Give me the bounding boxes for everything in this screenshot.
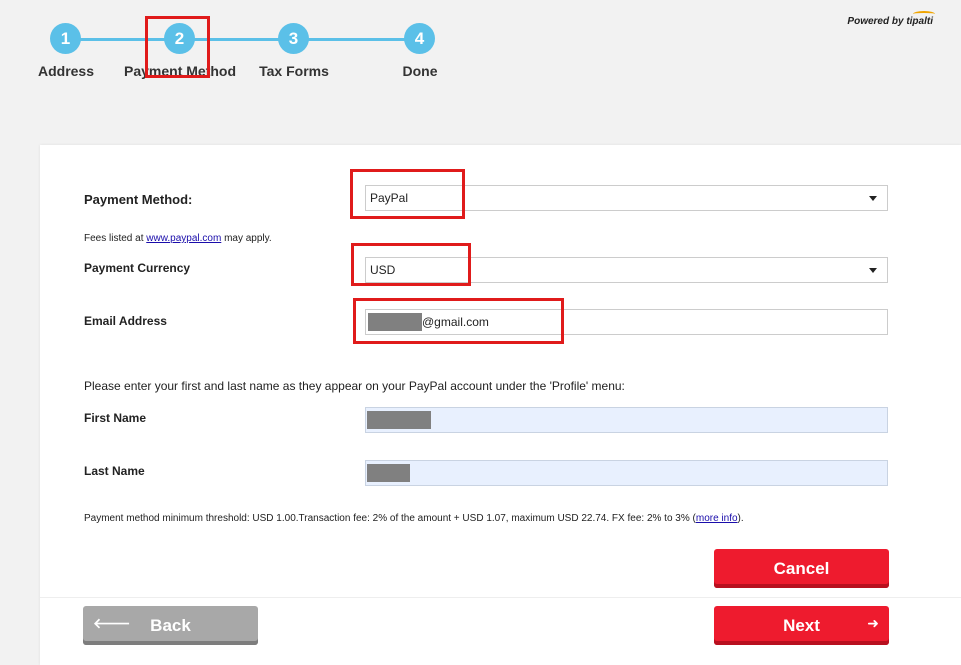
brand-swoosh-icon <box>913 11 935 17</box>
arrow-right-icon: ➜ <box>867 615 879 631</box>
payment-form-card: Payment Method: PayPal Fees listed at ww… <box>40 145 961 665</box>
progress-stepper: 1 Address 2 Payment Method 3 Tax Forms 4… <box>0 0 500 90</box>
step-1-circle: 1 <box>50 23 81 54</box>
cancel-button[interactable]: Cancel <box>714 549 889 588</box>
next-button[interactable]: Next ➜ <box>714 606 889 645</box>
threshold-note-suffix: ). <box>737 513 744 524</box>
step-3-circle: 3 <box>278 23 309 54</box>
chevron-down-icon <box>869 268 877 273</box>
first-name-field[interactable] <box>365 407 888 433</box>
redacted-last-name <box>367 464 410 482</box>
last-name-field[interactable] <box>365 460 888 486</box>
first-name-label: First Name <box>84 411 147 425</box>
email-field[interactable]: @gmail.com <box>365 309 888 335</box>
last-name-label: Last Name <box>84 464 145 478</box>
redacted-email-username <box>368 313 422 331</box>
email-value: @gmail.com <box>422 315 489 329</box>
step-2-circle: 2 <box>164 23 195 54</box>
threshold-note: Payment method minimum threshold: USD 1.… <box>84 513 744 524</box>
fees-note-prefix: Fees listed at <box>84 233 147 244</box>
fees-note: Fees listed at www.paypal.com may apply. <box>84 233 272 244</box>
step-2-label: Payment Method <box>123 63 237 79</box>
paypal-link[interactable]: www.paypal.com <box>146 233 221 244</box>
powered-by-text: Powered by <box>847 16 907 27</box>
payment-method-value: PayPal <box>370 191 409 205</box>
payment-currency-select[interactable]: USD <box>365 257 888 283</box>
payment-currency-label: Payment Currency <box>84 261 191 275</box>
next-button-label: Next <box>783 615 820 635</box>
footer-divider <box>40 597 961 598</box>
step-4-number: 4 <box>414 28 425 48</box>
payment-method-select[interactable]: PayPal <box>365 185 888 211</box>
payment-currency-value: USD <box>370 263 396 277</box>
brand-name: tipalti <box>906 16 933 27</box>
back-button[interactable]: 🡐 Back <box>83 606 258 645</box>
step-1-number: 1 <box>60 28 71 48</box>
fees-note-suffix: may apply. <box>221 233 272 244</box>
powered-by-logo: Powered by tipalti <box>847 11 935 27</box>
step-1-label: Address <box>37 63 95 79</box>
threshold-note-text: Payment method minimum threshold: USD 1.… <box>84 513 696 524</box>
back-button-label: Back <box>150 615 191 635</box>
payment-method-label: Payment Method: <box>84 192 193 207</box>
name-instruction: Please enter your first and last name as… <box>84 379 625 393</box>
step-3-label: Tax Forms <box>259 63 329 79</box>
step-3-number: 3 <box>288 28 299 48</box>
email-address-label: Email Address <box>84 314 167 328</box>
step-2-number: 2 <box>174 28 185 48</box>
chevron-down-icon <box>869 196 877 201</box>
arrow-left-icon: 🡐 <box>93 615 131 631</box>
step-4-circle: 4 <box>404 23 435 54</box>
more-info-link[interactable]: more info <box>696 513 738 524</box>
cancel-button-label: Cancel <box>773 558 830 578</box>
stepper-line <box>66 38 420 41</box>
step-4-label: Done <box>402 63 438 79</box>
redacted-first-name <box>367 411 431 429</box>
